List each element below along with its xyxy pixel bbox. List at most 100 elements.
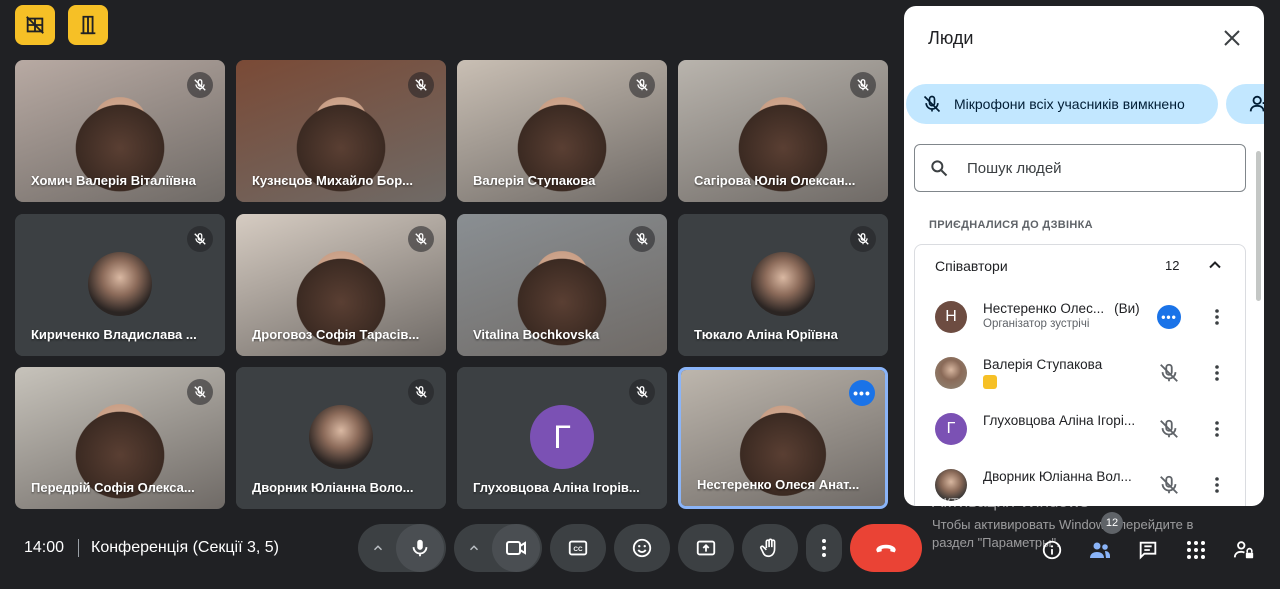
more-vert-icon <box>822 539 826 557</box>
panel-scrollbar[interactable] <box>1256 151 1261 301</box>
panel-title: Люди <box>928 28 974 48</box>
audio-control <box>358 524 446 572</box>
participant-tile[interactable]: Г Глуховцова Аліна Ігорів... <box>457 367 667 509</box>
captions-button[interactable]: CC <box>550 524 606 572</box>
participant-mic-status[interactable] <box>1157 417 1181 441</box>
close-panel-button[interactable] <box>1218 24 1246 52</box>
participant-tile[interactable]: Валерія Ступакова <box>457 60 667 202</box>
more-horiz-icon: ••• <box>1157 305 1181 329</box>
mic-off-icon <box>415 233 427 245</box>
lock-person-icon <box>1233 541 1254 559</box>
participant-name: Сагірова Юлія Олексан... <box>694 173 856 188</box>
muted-indicator <box>850 226 876 252</box>
more-vert-icon <box>1215 365 1219 381</box>
svg-text:CC: CC <box>573 546 583 553</box>
chat-button[interactable] <box>1132 534 1164 566</box>
participant-options-button[interactable]: ••• <box>1157 305 1181 329</box>
mute-all-status[interactable]: Мікрофони всіх учасників вимкнено <box>906 84 1218 124</box>
mic-off-icon <box>857 79 869 91</box>
participant-name: Дворник Юліанна Вол... <box>983 469 1132 484</box>
mic-icon <box>412 539 428 557</box>
emoji-icon <box>632 538 652 558</box>
participant-tile[interactable]: Хомич Валерія Віталіївна <box>15 60 225 202</box>
avatar <box>309 405 373 469</box>
mic-off-icon <box>636 386 648 398</box>
participant-tile[interactable]: Vitalina Bochkovska <box>457 214 667 356</box>
avatar: Г <box>935 413 967 445</box>
muted-indicator <box>408 226 434 252</box>
participant-tile[interactable]: Дроговоз Софія Тарасів... <box>236 214 446 356</box>
camera-button[interactable] <box>492 524 540 572</box>
activities-button[interactable] <box>1180 534 1212 566</box>
muted-indicator <box>408 72 434 98</box>
mute-all-label: Мікрофони всіх учасників вимкнено <box>954 96 1185 112</box>
clock: 14:00 <box>24 539 65 556</box>
participant-tile[interactable]: ••• Нестеренко Олеся Анат... <box>678 367 888 509</box>
participant-tile[interactable]: Дворник Юліанна Воло... <box>236 367 446 509</box>
participant-name: Тюкало Аліна Юріївна <box>694 327 838 342</box>
muted-indicator <box>187 226 213 252</box>
people-search[interactable] <box>914 144 1246 192</box>
muted-indicator <box>629 226 655 252</box>
participant-name-text: Нестеренко Олес... <box>983 301 1105 316</box>
more-vert-icon <box>1215 477 1219 493</box>
leave-call-button[interactable] <box>850 524 922 572</box>
more-options-button[interactable]: ••• <box>849 380 875 406</box>
chat-icon <box>1139 541 1157 560</box>
avatar <box>935 357 967 389</box>
avatar <box>88 252 152 316</box>
video-options-button[interactable] <box>456 524 492 572</box>
raise-hand-button[interactable] <box>742 524 798 572</box>
avatar <box>751 252 815 316</box>
participant-tile[interactable]: Передрій Софія Олекса... <box>15 367 225 509</box>
participant-list-item[interactable]: Валерія Ступакова <box>935 351 1245 399</box>
captions-icon: CC <box>568 540 588 556</box>
participant-menu-button[interactable] <box>1205 417 1229 441</box>
participant-list-item[interactable]: Н Нестеренко Олес... (Ви) Організатор зустр… <box>935 295 1245 343</box>
participant-menu-button[interactable] <box>1205 305 1229 329</box>
participant-list-item[interactable]: Г Глуховцова Аліна Ігорі... <box>935 407 1245 455</box>
mic-button[interactable] <box>396 524 444 572</box>
video-control <box>454 524 542 572</box>
meeting-details-button[interactable] <box>1036 534 1068 566</box>
close-icon <box>1224 30 1240 46</box>
audio-options-button[interactable] <box>360 524 396 572</box>
more-vert-icon <box>1215 309 1219 325</box>
door-exit-icon <box>80 15 96 35</box>
participant-menu-button[interactable] <box>1205 473 1229 497</box>
participant-name: Хомич Валерія Віталіївна <box>31 173 196 188</box>
participant-tile[interactable]: Тюкало Аліна Юріївна <box>678 214 888 356</box>
door-exit-button[interactable] <box>68 5 108 45</box>
participant-mic-status[interactable] <box>1157 361 1181 385</box>
participant-name: Валерія Ступакова <box>473 173 596 188</box>
watermark-title: Активация Windows <box>932 492 1089 511</box>
mic-off-icon <box>194 233 206 245</box>
reactions-button[interactable] <box>614 524 670 572</box>
control-bar: 14:00 Конференція (Секції 3, 5) CC 12 <box>0 512 1280 589</box>
people-icon <box>1090 542 1110 558</box>
layout-off-icon <box>26 16 44 34</box>
info-icon <box>1042 540 1062 560</box>
present-button[interactable] <box>678 524 734 572</box>
search-input[interactable] <box>967 159 1207 177</box>
participant-menu-button[interactable] <box>1205 361 1229 385</box>
more-options-button[interactable] <box>806 524 842 572</box>
people-button[interactable] <box>1084 534 1116 566</box>
you-label: (Ви) <box>1114 301 1140 316</box>
collapse-button[interactable] <box>1205 255 1225 280</box>
avatar-letter: Г <box>530 405 594 469</box>
participant-name: Нестеренко Олес... (Ви) <box>983 301 1140 316</box>
chevron-up-icon <box>1209 261 1221 269</box>
muted-indicator <box>408 379 434 405</box>
host-controls-button[interactable] <box>1228 534 1260 566</box>
layout-off-button[interactable] <box>15 5 55 45</box>
muted-indicator <box>629 379 655 405</box>
contributors-label[interactable]: Співавтори <box>935 258 1008 274</box>
more-vert-icon <box>1215 421 1219 437</box>
participant-grid: Хомич Валерія Віталіївна Кузнєцов Михайло… <box>15 60 890 509</box>
add-people-button[interactable] <box>1226 84 1264 124</box>
participant-tile[interactable]: Кузнєцов Михайло Бор... <box>236 60 446 202</box>
call-end-icon <box>876 544 896 553</box>
participant-tile[interactable]: Кириченко Владислава ... <box>15 214 225 356</box>
participant-tile[interactable]: Сагірова Юлія Олексан... <box>678 60 888 202</box>
